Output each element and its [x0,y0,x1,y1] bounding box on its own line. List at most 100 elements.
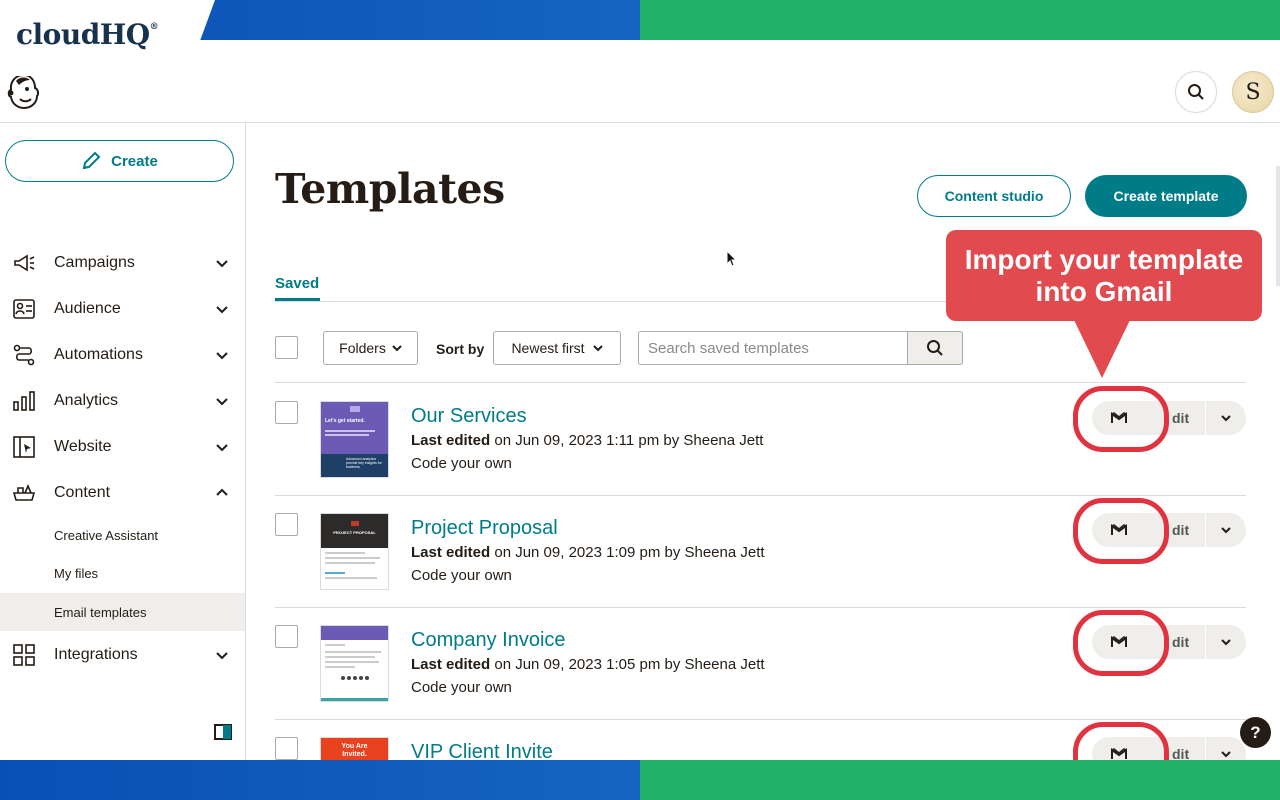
content-studio-button[interactable]: Content studio [917,175,1071,217]
cloudhq-logo-tab: cloudHQ® [0,0,215,76]
global-search-button[interactable] [1175,71,1217,113]
thumb-dot [352,676,357,680]
thumb-logo [350,521,359,526]
row-checkbox[interactable] [275,737,298,760]
template-type: Code your own [411,679,512,696]
template-title[interactable]: VIP Client Invite [411,741,553,760]
table-row: Company Invoice Last edited on Jun 09, 2… [246,607,1280,719]
thumb-line [325,562,375,564]
thumb-line [325,644,345,646]
row-checkbox[interactable] [275,625,298,648]
template-title[interactable]: Project Proposal [411,517,558,540]
thumb-heading: You Are Invited. [341,743,368,758]
highlight-ring [1073,722,1169,760]
edit-button[interactable]: dit [1172,746,1189,760]
search-submit-button[interactable] [907,331,963,365]
sidebar-item-campaigns[interactable]: Campaigns [0,243,245,283]
chevron-down-icon [1221,751,1231,758]
promo-band-green [640,760,1280,800]
template-thumbnail[interactable] [320,625,389,702]
folders-dropdown[interactable]: Folders [323,331,418,365]
collapse-sidebar-icon[interactable] [214,724,232,740]
template-type: Code your own [411,567,512,584]
chevron-down-icon [592,345,603,352]
edit-button[interactable]: dit [1172,410,1189,426]
sidebar-item-automations[interactable]: Automations [0,335,245,375]
thumb-line [325,434,369,436]
edit-button[interactable]: dit [1172,634,1189,650]
megaphone-icon [14,254,35,272]
sidebar-item-label: Website [54,438,112,455]
promo-band-green [640,0,1280,40]
search-input[interactable]: Search saved templates [638,331,908,365]
meta-text: on Jun 09, 2023 1:05 pm by Sheena Jett [490,656,765,673]
more-actions-button[interactable] [1206,513,1246,547]
thumb-header: You Are Invited. [321,738,388,760]
create-template-button[interactable]: Create template [1085,175,1247,217]
sidebar-item-label: Automations [54,346,143,363]
sidebar-item-audience[interactable]: Audience [0,289,245,329]
template-thumbnail[interactable]: Let's get started. Advanced analytics pr… [320,401,389,478]
template-meta: Last edited on Jun 09, 2023 1:05 pm by S… [411,656,765,673]
edit-button[interactable]: dit [1172,522,1189,538]
sidebar-item-content[interactable]: Content [0,473,245,513]
template-meta: Last edited on Jun 09, 2023 1:11 pm by S… [411,432,763,449]
sidebar-item-analytics[interactable]: Analytics [0,381,245,421]
create-button[interactable]: Create [5,140,234,182]
search-icon [1188,84,1204,100]
cloudhq-logo: cloudHQ® [16,18,159,51]
audience-icon [13,299,35,319]
select-all-checkbox[interactable] [275,336,298,359]
template-title[interactable]: Our Services [411,405,527,428]
sort-select[interactable]: Newest first [493,331,621,365]
thumb-body [321,548,388,583]
row-checkbox[interactable] [275,401,298,424]
chevron-down-icon [216,260,228,268]
sidebar-item-website[interactable]: Website [0,427,245,467]
template-type: Code your own [411,455,512,472]
main-content: Templates Content studio Create template… [246,123,1280,760]
grid-icon [13,644,35,666]
search-icon [927,340,943,356]
thumb-line [325,651,381,653]
thumb-header: Let's get started. [321,402,388,454]
row-checkbox[interactable] [275,513,298,536]
meta-text: on Jun 09, 2023 1:11 pm by Sheena Jett [490,432,764,449]
tab-saved[interactable]: Saved [275,275,319,292]
mailchimp-logo-icon[interactable] [6,72,42,110]
thumb-heading: PROJECT PROPOSAL [333,530,376,535]
avatar[interactable]: S [1232,71,1274,113]
sort-by-label: Sort by [436,341,485,357]
table-row: You Are Invited. VIP Client Invite dit [246,719,1280,760]
highlight-ring [1073,610,1169,676]
automation-icon [13,344,35,366]
help-button[interactable]: ? [1240,717,1271,748]
sidebar-sub-creative-assistant[interactable]: Creative Assistant [0,516,245,554]
scrollbar[interactable] [1276,166,1280,286]
sidebar-sub-email-templates[interactable]: Email templates [0,593,245,631]
template-thumbnail[interactable]: PROJECT PROPOSAL [320,513,389,590]
meta-label: Last edited [411,432,491,449]
sidebar-item-label: Campaigns [54,254,135,271]
thumb-line [325,572,345,574]
sidebar-sub-my-files[interactable]: My files [0,554,245,592]
thumb-header [321,626,388,640]
more-actions-button[interactable] [1206,625,1246,659]
template-thumbnail[interactable]: You Are Invited. [320,737,389,760]
template-meta: Last edited on Jun 09, 2023 1:09 pm by S… [411,544,765,561]
sidebar-sub-label: Creative Assistant [54,527,159,543]
meta-label: Last edited [411,544,491,561]
thumb-line [325,661,379,663]
thumb-line [325,666,355,668]
folders-label: Folders [339,340,386,356]
template-title[interactable]: Company Invoice [411,629,566,652]
thumb-body [321,640,388,684]
sidebar: Create Campaigns Audience Automations An… [0,123,246,760]
more-actions-button[interactable] [1206,737,1246,760]
sidebar-item-integrations[interactable]: Integrations [0,635,245,675]
thumb-line [325,430,375,432]
more-actions-button[interactable] [1206,401,1246,435]
chevron-down-icon [1221,639,1231,646]
promo-band-blue [0,760,640,800]
thumb-footer: Advanced analytics provide key insights … [321,454,388,477]
